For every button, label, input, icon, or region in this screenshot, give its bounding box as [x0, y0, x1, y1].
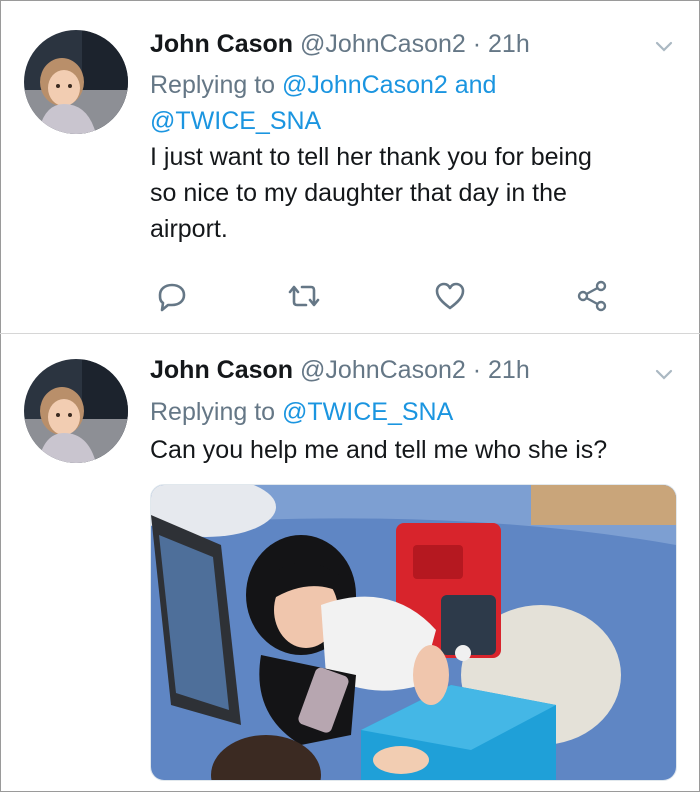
replying-to: Replying to @JohnCason2 and @TWICE_SNA — [150, 67, 680, 139]
separator-dot: · — [472, 30, 482, 58]
author-handle[interactable]: @JohnCason2 — [300, 30, 466, 58]
avatar[interactable] — [24, 30, 128, 134]
reply-icon[interactable] — [154, 278, 190, 314]
text-line: Can you help me and tell me who she is? — [150, 436, 608, 464]
chevron-down-icon[interactable] — [654, 40, 674, 54]
tweet-text: Can you help me and tell me who she is? — [150, 432, 680, 468]
mention-link[interactable]: @JohnCason2 — [282, 71, 448, 99]
timestamp[interactable]: 21h — [488, 356, 530, 384]
tweet-header: John Cason @JohnCason2 · 21h — [150, 356, 530, 385]
photo-attachment[interactable] — [150, 484, 677, 781]
tweet-header: John Cason @JohnCason2 · 21h — [150, 30, 530, 59]
timestamp[interactable]: 21h — [488, 30, 530, 58]
text-line: airport. — [150, 215, 228, 243]
replying-prefix: Replying to — [150, 398, 276, 426]
replying-prefix: Replying to — [150, 71, 276, 99]
avatar[interactable] — [24, 359, 128, 463]
retweet-icon[interactable] — [286, 278, 322, 314]
mention-link[interactable]: @TWICE_SNA — [150, 107, 321, 135]
tweet-text: I just want to tell her thank you for be… — [150, 139, 680, 247]
tweet-actions — [150, 278, 620, 314]
author-name[interactable]: John Cason — [150, 356, 293, 384]
chevron-down-icon[interactable] — [654, 368, 674, 382]
separator-dot: · — [472, 356, 482, 384]
share-icon[interactable] — [574, 278, 610, 314]
author-name[interactable]: John Cason — [150, 30, 293, 58]
tweet-1[interactable]: John Cason @JohnCason2 · 21h Replying to… — [0, 0, 700, 333]
text-line: I just want to tell her thank you for be… — [150, 143, 592, 171]
mention-link[interactable]: @TWICE_SNA — [282, 398, 453, 426]
like-icon[interactable] — [432, 278, 468, 314]
text-line: so nice to my daughter that day in the — [150, 179, 567, 207]
replying-to: Replying to @TWICE_SNA — [150, 394, 680, 430]
tweet-2[interactable]: John Cason @JohnCason2 · 21h Replying to… — [0, 334, 700, 792]
joiner-text: and — [454, 71, 497, 99]
author-handle[interactable]: @JohnCason2 — [300, 356, 466, 384]
